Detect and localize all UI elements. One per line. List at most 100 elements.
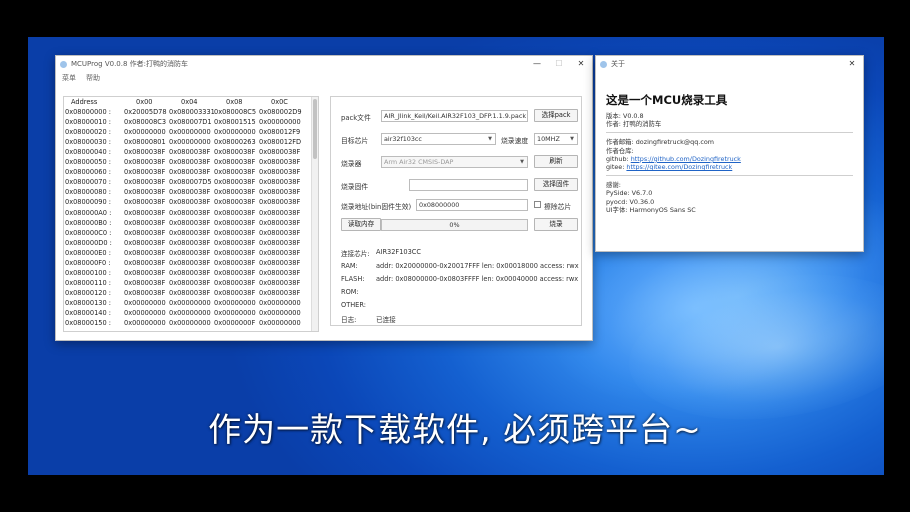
main-titlebar[interactable]: MCUProg V0.0.8 作者:打鸭的消防车 — ☐ ✕ bbox=[56, 56, 592, 72]
value-cell: 0x080012FD bbox=[259, 138, 302, 147]
minimize-button[interactable]: — bbox=[526, 56, 548, 72]
select-pack-button[interactable]: 选择pack bbox=[534, 109, 578, 122]
value-cell: 0x0800038F bbox=[214, 218, 256, 227]
value-cell: 0x00000000 bbox=[124, 298, 166, 307]
table-row[interactable]: 0x08000060 :0x0800038F 0x0800038F 0x080003… bbox=[64, 167, 318, 177]
menu-bar: 菜单 帮助 bbox=[56, 72, 592, 83]
column-header: 0x0C bbox=[271, 98, 288, 106]
menu-item-menu[interactable]: 菜单 bbox=[62, 73, 76, 83]
table-row[interactable]: 0x08000110 :0x0800038F 0x0800038F 0x080003… bbox=[64, 278, 318, 288]
erase-chip-checkbox[interactable] bbox=[534, 201, 541, 208]
refresh-button[interactable]: 刷新 bbox=[534, 155, 578, 168]
burn-speed-select[interactable]: 10MHZ ▼ bbox=[534, 133, 578, 145]
rom-label: ROM: bbox=[341, 288, 359, 296]
address-cell: 0x08000040 : bbox=[65, 148, 111, 157]
value-cell: 0x0800038F bbox=[259, 198, 301, 207]
value-cell: 0x00000000 bbox=[259, 118, 301, 127]
table-row[interactable]: 0x080000C0 :0x0800038F 0x0800038F 0x080003… bbox=[64, 228, 318, 238]
table-row[interactable]: 0x08000130 :0x00000000 0x00000000 0x000000… bbox=[64, 298, 318, 308]
value-cell: 0x080008C5 bbox=[214, 108, 257, 117]
table-row[interactable]: 0x08000040 :0x0800038F 0x0800038F 0x080003… bbox=[64, 147, 318, 157]
table-row[interactable]: 0x080000A0 :0x0800038F 0x0800038F 0x080003… bbox=[64, 208, 318, 218]
control-panel: pack文件 AIR_Jlink_Keil/Keil.AIR32F103_DFP… bbox=[330, 96, 582, 326]
value-cell: 0x00000000 bbox=[214, 298, 256, 307]
value-cell: 0x0800038F bbox=[259, 148, 301, 157]
table-row[interactable]: 0x08000010 : 0x080008C3 0x080007D1 0x080015… bbox=[64, 117, 318, 127]
scrollbar-thumb[interactable] bbox=[313, 99, 317, 159]
value-cell: 0x0800038F bbox=[259, 288, 301, 297]
separator bbox=[606, 132, 853, 134]
about-pyside: PySide: V6.7.0 bbox=[606, 189, 653, 198]
table-row[interactable]: 0x08000120 :0x0800038F 0x0800038F 0x080003… bbox=[64, 288, 318, 298]
value-cell: 0x00000000 bbox=[124, 128, 166, 137]
table-row[interactable]: 0x080000F0 :0x0800038F 0x0800038F 0x080003… bbox=[64, 258, 318, 268]
table-row[interactable]: 0x08000050 :0x0800038F 0x0800038F 0x080003… bbox=[64, 157, 318, 167]
about-close-button[interactable]: ✕ bbox=[841, 56, 863, 72]
read-memory-button[interactable]: 读取内存 bbox=[341, 218, 381, 231]
value-cell: 0x20005D78 bbox=[124, 108, 167, 117]
value-cell: 0x0800038F bbox=[169, 238, 211, 247]
value-cell: 0x0800038F bbox=[259, 168, 301, 177]
programmer-select[interactable]: Arm Air32 CMSIS-DAP ▼ bbox=[381, 156, 528, 168]
table-row[interactable]: 0x08000140 :0x00000000 0x00000000 0x000000… bbox=[64, 308, 318, 318]
table-row[interactable]: 0x08000100 :0x0800038F 0x0800038F 0x080003… bbox=[64, 268, 318, 278]
table-row[interactable]: 0x08000030 : 0x08000801 0x00000000 0x080002… bbox=[64, 137, 318, 147]
video-frame: MCUProg V0.0.8 作者:打鸭的消防车 — ☐ ✕ 菜单 帮助 Add… bbox=[0, 0, 910, 512]
table-row[interactable]: 0x080000E0 :0x0800038F 0x0800038F 0x080003… bbox=[64, 248, 318, 258]
chevron-down-icon: ▼ bbox=[570, 136, 574, 142]
table-row[interactable]: 0x08000150 :0x00000000 0x00000000 0x000000… bbox=[64, 318, 318, 328]
value-cell: 0x0800038F bbox=[124, 238, 166, 247]
target-chip-value: air32f103cc bbox=[384, 135, 422, 143]
about-titlebar[interactable]: 关于 ✕ bbox=[596, 56, 863, 72]
value-cell: 0x0800038F bbox=[259, 238, 301, 247]
about-email: 作者邮箱: dozingfiretruck@qq.com bbox=[606, 138, 714, 147]
firmware-label: 烧录固件 bbox=[341, 183, 369, 191]
value-cell: 0x0000000F bbox=[214, 319, 256, 328]
close-button[interactable]: ✕ bbox=[570, 56, 592, 72]
menu-item-help[interactable]: 帮助 bbox=[86, 73, 100, 83]
address-cell: 0x080000F0 : bbox=[65, 258, 111, 267]
about-dialog: 关于 ✕ 这是一个MCU烧录工具 版本: V0.0.8 作者: 打鸭的消防车 作… bbox=[595, 55, 864, 252]
value-cell: 0x0800038F bbox=[214, 228, 256, 237]
flash-value: addr: 0x08000000-0x0803FFFF len: 0x00040… bbox=[376, 275, 579, 283]
memory-scrollbar[interactable] bbox=[311, 97, 318, 331]
firmware-input[interactable] bbox=[409, 179, 528, 191]
table-row[interactable]: 0x08000090 :0x0800038F 0x0800038F 0x080003… bbox=[64, 197, 318, 207]
burn-address-input[interactable]: 0x08000000 bbox=[416, 199, 528, 211]
table-row[interactable]: 0x08000000 :0x20005D78 0x080003331 0x08000… bbox=[64, 107, 318, 117]
value-cell: 0x0800038F bbox=[259, 228, 301, 237]
about-thanks: 感谢: bbox=[606, 181, 621, 190]
table-row[interactable]: 0x08000020 :0x00000000 0x00000000 0x000000… bbox=[64, 127, 318, 137]
table-row[interactable]: 0x08000080 :0x0800038F 0x0800038F 0x080003… bbox=[64, 187, 318, 197]
value-cell: 0x00000000 bbox=[259, 298, 301, 307]
value-cell: 0x00000000 bbox=[124, 319, 166, 328]
select-firmware-button[interactable]: 选择固件 bbox=[534, 178, 578, 191]
about-version: 版本: V0.0.8 bbox=[606, 112, 644, 120]
value-cell: 0x0800038F bbox=[259, 158, 301, 167]
address-cell: 0x080000B0 : bbox=[65, 218, 112, 227]
value-cell: 0x0800038F bbox=[169, 218, 211, 227]
value-cell: 0x00000000 bbox=[169, 298, 211, 307]
value-cell: 0x0800038F bbox=[124, 188, 166, 197]
value-cell: 0x08001515 bbox=[214, 118, 256, 127]
target-chip-select[interactable]: air32f103cc ▼ bbox=[381, 133, 496, 145]
memory-table[interactable]: Address 0x00 0x04 0x08 0x0C 0x08000000 :… bbox=[63, 96, 319, 332]
value-cell: 0x0800038F bbox=[124, 228, 166, 237]
value-cell: 0x0800038F bbox=[259, 248, 301, 257]
burn-button[interactable]: 烧录 bbox=[534, 218, 578, 231]
gitee-link[interactable]: https://gitee.com/Dozingfiretruck bbox=[626, 163, 732, 171]
github-link[interactable]: https://github.com/Dozingfiretruck bbox=[631, 155, 741, 163]
value-cell: 0x0800038F bbox=[124, 198, 166, 207]
value-cell: 0x080007D5 bbox=[169, 178, 212, 187]
flash-label: FLASH: bbox=[341, 275, 365, 283]
address-cell: 0x08000110 : bbox=[65, 278, 111, 287]
maximize-button[interactable]: ☐ bbox=[548, 56, 570, 72]
value-cell: 0x08000263 bbox=[214, 138, 256, 147]
table-row[interactable]: 0x080000D0 :0x0800038F 0x0800038F 0x080003… bbox=[64, 238, 318, 248]
video-subtitle: 作为一款下载软件, 必须跨平台~ bbox=[208, 410, 702, 449]
pack-file-input[interactable]: AIR_Jlink_Keil/Keil.AIR32F103_DFP.1.1.9.… bbox=[381, 110, 528, 122]
window-title: MCUProg V0.0.8 作者:打鸭的消防车 bbox=[71, 60, 189, 68]
table-row[interactable]: 0x080000B0 :0x0800038F 0x0800038F 0x080003… bbox=[64, 218, 318, 228]
address-cell: 0x08000030 : bbox=[65, 138, 111, 147]
table-row[interactable]: 0x08000070 :0x0800038F 0x080007D5 0x080003… bbox=[64, 177, 318, 187]
